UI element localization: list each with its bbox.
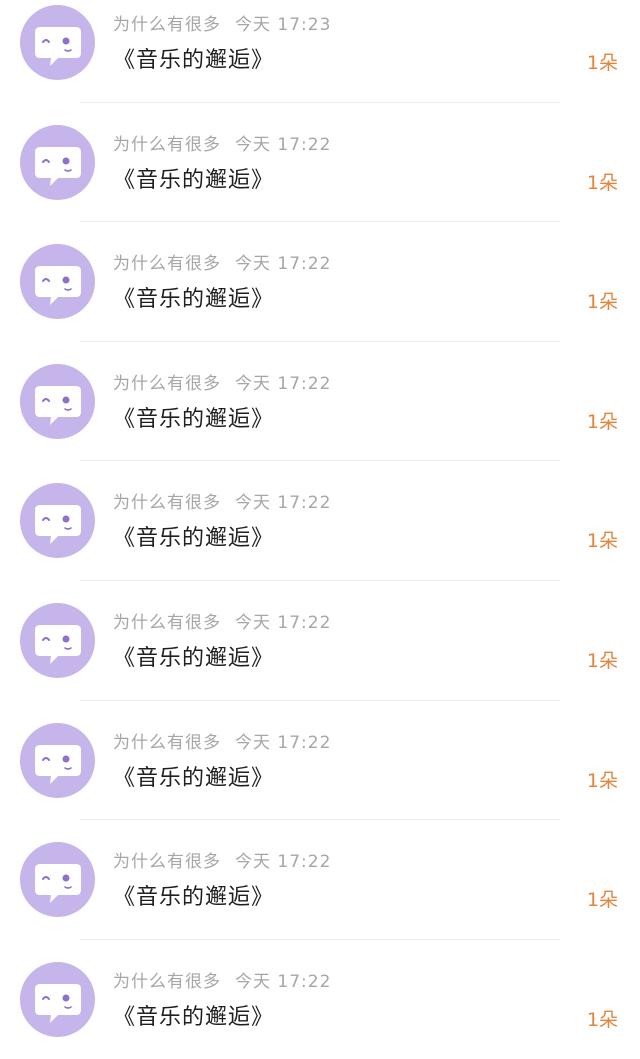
list-item[interactable]: 为什么有很多 今天 17:22 《音乐的邂逅》 1朵 [0, 342, 640, 462]
chat-bubble-face-icon [35, 385, 81, 425]
timestamp: 今天 17:22 [235, 493, 332, 514]
chat-bubble-face-icon [35, 266, 81, 306]
list-item[interactable]: 为什么有很多 今天 17:23 《音乐的邂逅》 1朵 [0, 0, 640, 103]
message-meta: 为什么有很多 今天 17:22 [113, 608, 331, 633]
chat-bubble-face-icon [35, 505, 81, 545]
gift-count: 1朵 [586, 649, 618, 672]
message-text: 《音乐的邂逅》 [113, 406, 275, 432]
avatar[interactable] [20, 961, 95, 1037]
chat-bubble-face-icon [35, 624, 81, 664]
username[interactable]: 为什么有很多 [113, 374, 221, 394]
timestamp: 今天 17:23 [235, 15, 332, 35]
message-text: 《音乐的邂逅》 [113, 885, 275, 911]
chat-bubble-face-icon [35, 27, 81, 66]
avatar[interactable] [20, 602, 95, 678]
message-text: 《音乐的邂逅》 [113, 526, 275, 552]
chat-bubble-face-icon [35, 864, 81, 904]
message-text: 《音乐的邂逅》 [113, 48, 275, 73]
gift-count: 1朵 [586, 52, 618, 74]
message-meta: 为什么有很多 今天 17:22 [113, 967, 331, 992]
list-item[interactable]: 为什么有很多 今天 17:22 《音乐的邂逅》 1朵 [0, 103, 640, 223]
chat-bubble-face-icon [35, 146, 81, 186]
message-text: 《音乐的邂逅》 [113, 645, 275, 671]
message-meta: 为什么有很多 今天 17:23 [113, 10, 331, 35]
chat-bubble-face-icon [35, 744, 81, 784]
chat-bubble-face-icon [35, 983, 81, 1023]
timestamp: 今天 17:22 [235, 852, 332, 873]
timestamp: 今天 17:22 [235, 373, 332, 394]
avatar[interactable] [20, 722, 95, 798]
timestamp: 今天 17:22 [235, 134, 332, 155]
avatar[interactable] [20, 5, 95, 80]
username[interactable]: 为什么有很多 [113, 493, 221, 513]
list-item[interactable]: 为什么有很多 今天 17:22 《音乐的邂逅》 1朵 [0, 820, 640, 940]
message-meta: 为什么有很多 今天 17:22 [113, 249, 331, 274]
avatar[interactable] [20, 842, 95, 918]
gift-count: 1朵 [586, 171, 618, 194]
message-meta: 为什么有很多 今天 17:22 [113, 847, 331, 872]
gift-message-list: 为什么有很多 今天 17:23 《音乐的邂逅》 1朵 为什么有很多 今天 17:22… [0, 0, 640, 1059]
gift-count: 1朵 [586, 291, 618, 314]
gift-count: 1朵 [586, 410, 618, 433]
timestamp: 今天 17:22 [235, 612, 332, 633]
list-item[interactable]: 为什么有很多 今天 17:22 《音乐的邂逅》 1朵 [0, 461, 640, 581]
username[interactable]: 为什么有很多 [113, 15, 221, 35]
timestamp: 今天 17:22 [235, 254, 332, 275]
gift-count: 1朵 [586, 769, 618, 792]
username[interactable]: 为什么有很多 [113, 972, 221, 992]
list-item[interactable]: 为什么有很多 今天 17:22 《音乐的邂逅》 1朵 [0, 222, 640, 342]
message-meta: 为什么有很多 今天 17:22 [113, 369, 331, 394]
username[interactable]: 为什么有很多 [113, 254, 221, 274]
gift-count: 1朵 [586, 530, 618, 553]
avatar[interactable] [20, 244, 95, 320]
list-item[interactable]: 为什么有很多 今天 17:22 《音乐的邂逅》 1朵 [0, 940, 640, 1059]
message-text: 《音乐的邂逅》 [113, 765, 275, 791]
avatar[interactable] [20, 124, 95, 200]
message-text: 《音乐的邂逅》 [113, 1004, 275, 1030]
list-item[interactable]: 为什么有很多 今天 17:22 《音乐的邂逅》 1朵 [0, 701, 640, 821]
message-meta: 为什么有很多 今天 17:22 [113, 728, 331, 753]
message-text: 《音乐的邂逅》 [113, 167, 275, 193]
timestamp: 今天 17:22 [235, 971, 332, 992]
username[interactable]: 为什么有很多 [113, 135, 221, 155]
message-meta: 为什么有很多 今天 17:22 [113, 488, 331, 513]
gift-count: 1朵 [586, 889, 618, 912]
list-item[interactable]: 为什么有很多 今天 17:22 《音乐的邂逅》 1朵 [0, 581, 640, 701]
message-text: 《音乐的邂逅》 [113, 287, 275, 313]
username[interactable]: 为什么有很多 [113, 613, 221, 633]
username[interactable]: 为什么有很多 [113, 852, 221, 872]
avatar[interactable] [20, 363, 95, 439]
avatar[interactable] [20, 483, 95, 559]
username[interactable]: 为什么有很多 [113, 733, 221, 753]
timestamp: 今天 17:22 [235, 732, 332, 753]
message-meta: 为什么有很多 今天 17:22 [113, 130, 331, 155]
